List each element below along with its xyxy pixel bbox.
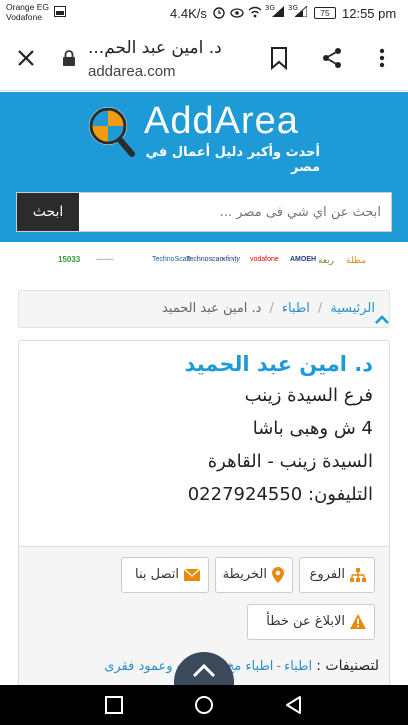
status-time: 12:55 pm (342, 6, 397, 21)
home-icon[interactable] (194, 695, 214, 715)
signal-2-icon (295, 6, 307, 17)
more-vert-icon[interactable] (370, 46, 394, 70)
sponsor-logo[interactable]: ربعة (318, 250, 334, 270)
listing-address: 4 ش وهبى باشا (252, 418, 373, 439)
site-header: AddArea أحدث وأكبر دليل أعمال في مصر ابح… (0, 92, 408, 242)
contact-label: اتصل بنا (135, 567, 179, 582)
categories-label: لتصنيفات : (316, 658, 379, 674)
report-error-button[interactable]: الابلاغ عن خطأ (247, 604, 375, 640)
breadcrumb-separator: / (269, 301, 274, 316)
alarm-icon (213, 7, 225, 19)
breadcrumb-home[interactable]: الرئيسية (330, 301, 375, 316)
share-icon[interactable] (320, 46, 344, 70)
signal-1-icon (272, 6, 284, 17)
sponsor-logo[interactable]: 15033 (58, 250, 80, 270)
sponsor-logo-caption: ▪▪▪▪▪▪▪▪▪▪ (96, 257, 114, 263)
sponsor-logo[interactable]: vodafone (250, 250, 279, 270)
report-error-label: الابلاغ عن خطأ (266, 614, 345, 629)
sponsor-logo[interactable]: Technoscan (186, 250, 223, 270)
page-title[interactable]: د. امين عبد الحم... (88, 38, 260, 58)
network-speed: 4.4K/s (170, 6, 207, 21)
breadcrumb-current: د. امين عبد الحميد (162, 301, 262, 316)
back-icon[interactable] (284, 695, 304, 715)
listing-phone-row: التليفون: 0227924550 (35, 478, 373, 511)
status-bar: Orange EG Vodafone 4.4K/s 3G 3G 75 12:55… (0, 0, 408, 28)
breadcrumb-separator: / (317, 301, 323, 316)
breadcrumb-category[interactable]: اطباء (282, 301, 310, 316)
sitemap-icon (350, 567, 366, 582)
contact-button[interactable]: اتصل بنا (121, 557, 209, 593)
browser-toolbar: د. امين عبد الحم... addarea.com (0, 28, 408, 91)
scroll-to-top-button[interactable] (174, 652, 234, 686)
carrier-info: Orange EG Vodafone (6, 2, 49, 22)
sponsor-logo[interactable]: TechnoScan (152, 250, 191, 270)
phone-label: التليفون: (308, 484, 373, 505)
category-link[interactable]: اطباء (284, 659, 312, 674)
chevron-up-icon (192, 663, 216, 678)
search-button[interactable]: ابحث (17, 193, 79, 231)
sponsor-logo[interactable]: مظلة (346, 250, 366, 270)
sponsor-logo[interactable]: AMOEH (290, 250, 316, 270)
carrier-line-2: Vodafone (6, 12, 42, 22)
sponsor-logo[interactable]: xfinity (222, 250, 240, 270)
logo-text[interactable]: AddArea (144, 100, 299, 143)
map-label: الخريطة (222, 567, 267, 582)
system-nav-bar (0, 685, 408, 725)
listing-details: د. امين عبد الحميد فرع السيدة زينب 4 ش و… (19, 341, 389, 546)
listing-name[interactable]: د. امين عبد الحميد (35, 349, 373, 379)
tagline: أحدث وأكبر دليل أعمال في مصر (145, 145, 320, 175)
recent-apps-icon[interactable] (104, 695, 124, 715)
search-input[interactable] (81, 193, 391, 231)
breadcrumb: الرئيسية / اطباء / د. امين عبد الحميد (18, 290, 390, 328)
branches-label: الفروع (309, 567, 345, 582)
battery-indicator: 75 (314, 7, 336, 19)
branches-button[interactable]: الفروع (299, 557, 375, 593)
close-icon[interactable] (14, 46, 38, 70)
url-text[interactable]: addarea.com (88, 63, 176, 80)
listing-branch: فرع السيدة زينب (244, 385, 373, 406)
listing-card: د. امين عبد الحميد فرع السيدة زينب 4 ش و… (18, 340, 390, 690)
wifi-icon (248, 6, 262, 18)
sponsor-logos: 15033 ▪▪▪▪▪▪▪▪▪▪ TechnoScan Technoscan x… (0, 242, 408, 282)
envelope-icon (184, 568, 200, 581)
phone-number[interactable]: 0227924550 (188, 484, 303, 505)
listing-area: السيدة زينب - القاهرة (207, 451, 373, 472)
eye-icon (230, 8, 244, 18)
category-separator: - (276, 659, 282, 674)
bookmark-icon[interactable] (268, 46, 290, 70)
carrier-line-1: Orange EG (6, 2, 49, 12)
gallery-notification-icon (54, 6, 66, 17)
warning-icon (350, 614, 366, 629)
logo-magnifier-icon[interactable] (86, 104, 140, 160)
map-marker-icon (272, 566, 284, 583)
lock-icon (63, 50, 75, 66)
chevron-up-icon[interactable] (372, 310, 392, 330)
search-form: ابحث (16, 192, 392, 232)
map-button[interactable]: الخريطة (215, 557, 293, 593)
